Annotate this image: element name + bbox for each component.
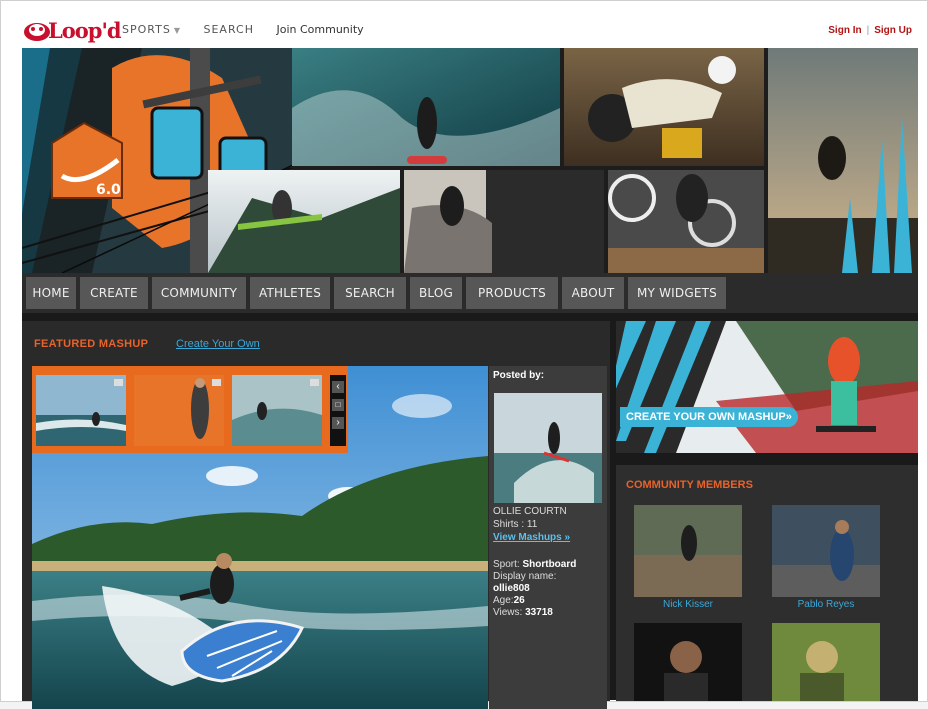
main-nav-search[interactable]: SEARCH: [334, 277, 406, 309]
age-row: Age:26: [493, 595, 525, 607]
create-mashup-button[interactable]: CREATE YOUR OWN MASHUP»: [620, 407, 798, 427]
thumb-surf-image: [36, 375, 126, 446]
top-nav-join-community[interactable]: Join Community: [277, 23, 364, 36]
main-nav-about[interactable]: ABOUT: [562, 277, 624, 309]
top-bar: Loop'd SPORTS ▼ SEARCH Join Community Sig…: [22, 14, 918, 46]
prev-icon[interactable]: ‹: [332, 381, 344, 393]
auth-links: Sign In | Sign Up: [828, 25, 912, 36]
site-logo[interactable]: Loop'd: [22, 16, 122, 44]
chevron-down-icon[interactable]: ▼: [174, 26, 181, 35]
grid-icon[interactable]: □: [332, 399, 344, 411]
member-card[interactable]: [772, 623, 880, 701]
main-nav-create[interactable]: CREATE: [80, 277, 148, 309]
mashup-filmstrip: ‹ □ ›: [32, 366, 348, 453]
main-nav-products[interactable]: PRODUCTS: [466, 277, 558, 309]
poster-photo: [494, 393, 602, 503]
main-nav-my-widgets[interactable]: MY WIDGETS: [628, 277, 726, 309]
filmstrip-thumb[interactable]: [36, 375, 126, 446]
featured-heading: FEATURED MASHUP: [34, 338, 149, 350]
top-nav: SPORTS ▼ SEARCH Join Community: [122, 23, 382, 36]
poster-avatar[interactable]: [494, 393, 602, 503]
badge-number: 6.0: [96, 182, 121, 198]
poster-name: OLLIE COURTN: [493, 506, 567, 517]
next-icon[interactable]: ›: [332, 417, 344, 429]
member-photo: [634, 505, 742, 597]
member-photo: [772, 505, 880, 597]
sign-up-link[interactable]: Sign Up: [874, 25, 912, 36]
filmstrip-controls: ‹ □ ›: [330, 375, 346, 446]
member-name[interactable]: Pablo Reyes: [772, 599, 880, 610]
views-row: Views: 33718: [493, 607, 553, 619]
filmstrip-thumb[interactable]: [134, 375, 224, 446]
member-photo: [772, 623, 880, 701]
age-label: Age:: [493, 595, 514, 606]
display-name-value-row: ollie808: [493, 583, 530, 595]
poster-stat: Shirts : 11: [493, 519, 538, 530]
member-card[interactable]: [772, 505, 880, 597]
views-label: Views:: [493, 607, 523, 618]
thumb-athlete-image: [134, 375, 224, 446]
posted-by-label: Posted by:: [493, 370, 545, 381]
member-card[interactable]: [634, 623, 742, 701]
sport-row: Sport: Shortboard: [493, 559, 576, 571]
logo-text: Loop'd: [48, 18, 122, 43]
filmstrip-thumb[interactable]: [232, 375, 322, 446]
display-name-value: ollie808: [493, 583, 530, 594]
main-nav-athletes[interactable]: ATHLETES: [250, 277, 330, 309]
display-name-label: Display name:: [493, 571, 557, 582]
create-your-own-link[interactable]: Create Your Own: [176, 338, 260, 350]
create-mashup-ad[interactable]: CREATE YOUR OWN MASHUP»: [616, 321, 918, 453]
display-name-row: Display name:: [493, 571, 556, 583]
featured-mashup-panel: FEATURED MASHUP Create Your Own ‹ □ › Po…: [22, 321, 610, 709]
top-nav-sports[interactable]: SPORTS: [122, 23, 171, 36]
main-nav: HOME CREATE COMMUNITY ATHLETES SEARCH BL…: [22, 273, 918, 313]
community-members-panel: COMMUNITY MEMBERS Nick Kisser Pablo Reye…: [616, 465, 918, 701]
top-nav-search[interactable]: SEARCH: [203, 23, 254, 36]
view-mashups-link[interactable]: View Mashups »: [493, 532, 570, 544]
banner-collage: 6.0: [22, 48, 918, 273]
sport-label: Sport:: [493, 559, 520, 570]
content-area: FEATURED MASHUP Create Your Own ‹ □ › Po…: [22, 313, 918, 709]
hero-banner: 6.0: [22, 48, 918, 273]
main-nav-community[interactable]: COMMUNITY: [152, 277, 246, 309]
main-nav-home[interactable]: HOME: [26, 277, 76, 309]
auth-separator: |: [866, 25, 870, 36]
age-value: 26: [513, 595, 525, 606]
member-name[interactable]: Nick Kisser: [634, 599, 742, 610]
sign-in-link[interactable]: Sign In: [828, 25, 861, 36]
thumb-wave-image: [232, 375, 322, 446]
sport-value: Shortboard: [522, 559, 577, 570]
views-value: 33718: [525, 607, 553, 618]
member-photo: [634, 623, 742, 701]
community-heading: COMMUNITY MEMBERS: [626, 479, 753, 491]
main-nav-blog[interactable]: BLOG: [410, 277, 462, 309]
member-card[interactable]: [634, 505, 742, 597]
snowboard-ad-image: [616, 321, 918, 453]
posted-by-panel: Posted by: OLLIE COURTN Shirts : 11 View…: [489, 366, 607, 709]
